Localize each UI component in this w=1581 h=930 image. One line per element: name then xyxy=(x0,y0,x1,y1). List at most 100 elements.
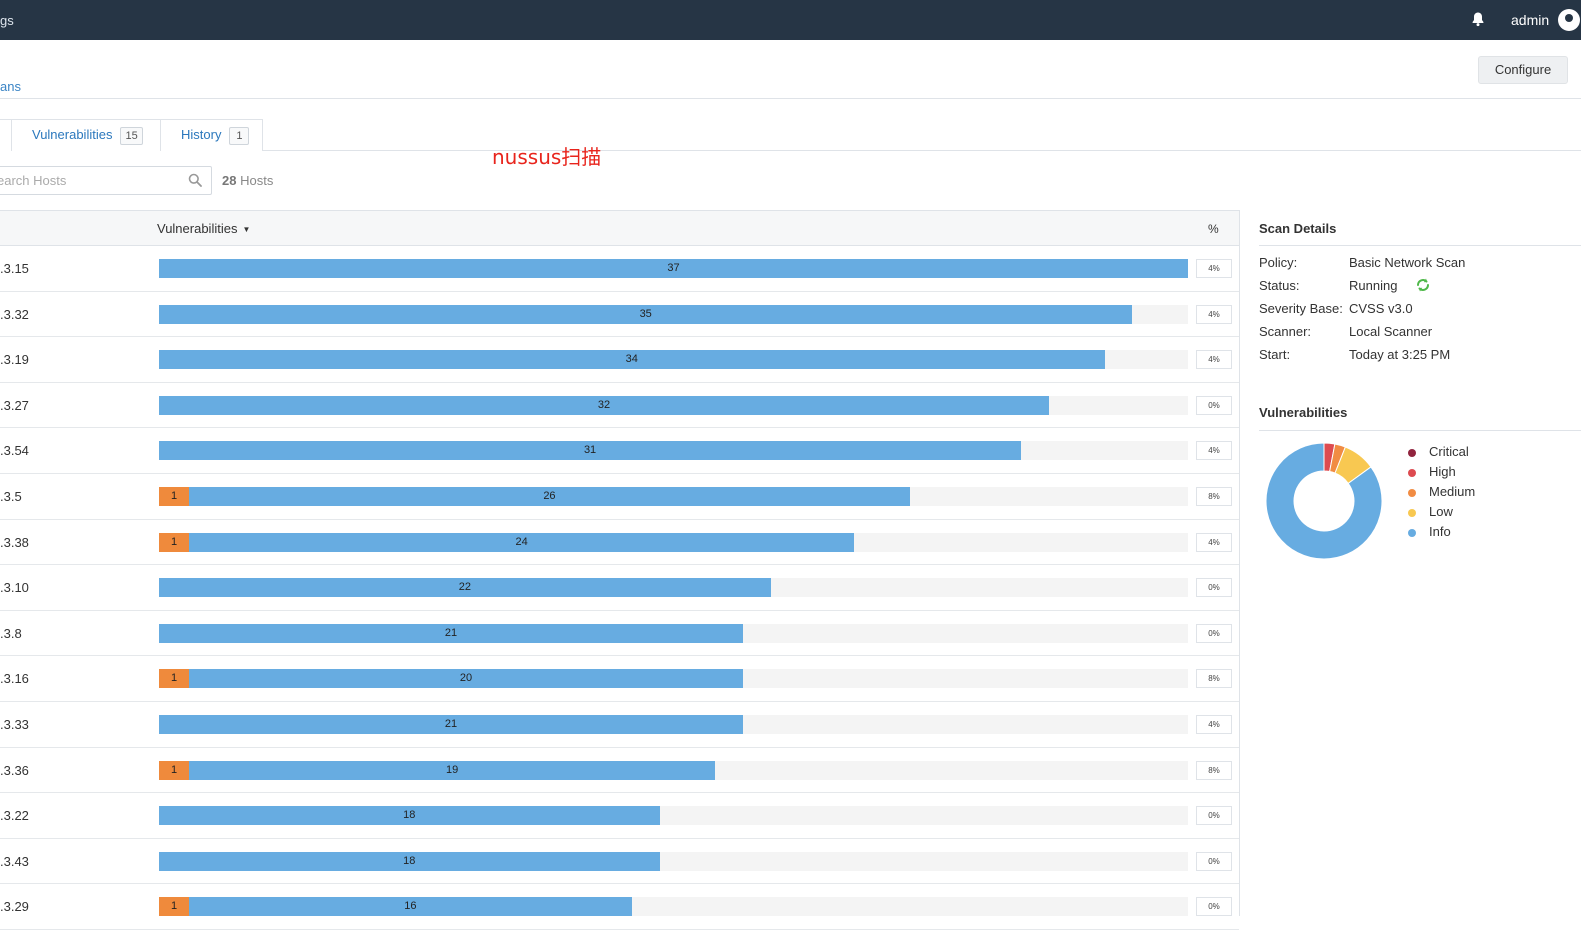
vulnerability-bar[interactable]: 31 xyxy=(159,441,1188,461)
host-name[interactable]: .3.5 xyxy=(0,489,22,504)
configure-button[interactable]: Configure xyxy=(1478,56,1568,84)
vulnerability-bar[interactable]: 1 16 xyxy=(159,897,1188,917)
host-name[interactable]: .3.38 xyxy=(0,535,29,550)
bell-icon[interactable] xyxy=(1470,11,1486,27)
table-row[interactable]: .3.19 34 4% xyxy=(0,337,1239,383)
host-percent-badge: 4% xyxy=(1196,259,1232,278)
search-icon[interactable] xyxy=(188,173,202,187)
vulnerability-bar[interactable]: 22 xyxy=(159,578,1188,598)
scan-detail-value: Local Scanner xyxy=(1349,324,1433,339)
nav-item-settings[interactable]: gs xyxy=(0,13,14,28)
bar-segment-info: 19 xyxy=(189,760,716,780)
host-percent-badge: 8% xyxy=(1196,760,1232,780)
search-hosts-box xyxy=(0,166,212,195)
vulnerability-bar[interactable]: 1 26 xyxy=(159,487,1188,506)
column-header-vulnerabilities-label: Vulnerabilities xyxy=(157,221,238,236)
search-hosts-input[interactable] xyxy=(0,167,187,194)
bar-segment-info: 22 xyxy=(159,578,771,598)
tab-vulnerabilities-label: Vulnerabilities xyxy=(32,127,113,142)
host-name[interactable]: .3.19 xyxy=(0,352,29,367)
vulnerability-bar[interactable]: 1 20 xyxy=(159,669,1188,689)
host-percent-badge: 4% xyxy=(1196,304,1232,324)
vulnerability-donut-chart xyxy=(1265,442,1383,560)
legend-label: Low xyxy=(1429,504,1453,519)
table-row[interactable]: .3.32 35 4% xyxy=(0,292,1239,338)
host-name[interactable]: .3.43 xyxy=(0,854,29,869)
legend-label: High xyxy=(1429,464,1456,479)
legend-dot-icon xyxy=(1408,449,1416,457)
vulnerability-bar[interactable]: 37 xyxy=(159,259,1188,278)
host-name[interactable]: .3.22 xyxy=(0,808,29,823)
tab-vulnerabilities[interactable]: Vulnerabilities 15 xyxy=(11,119,161,151)
table-row[interactable]: .3.16 1 20 8% xyxy=(0,656,1239,702)
host-name[interactable]: .3.33 xyxy=(0,717,29,732)
user-avatar-icon[interactable] xyxy=(1558,9,1580,31)
host-name[interactable]: .3.27 xyxy=(0,398,29,413)
breadcrumb-scans-link[interactable]: ans xyxy=(0,79,21,94)
vulnerability-bar[interactable]: 1 24 xyxy=(159,532,1188,552)
host-name[interactable]: .3.54 xyxy=(0,443,29,458)
table-row[interactable]: .3.15 37 4% xyxy=(0,246,1239,292)
tab-history[interactable]: History 1 xyxy=(160,119,263,151)
host-percent-badge: 8% xyxy=(1196,669,1232,689)
vulnerability-bar[interactable]: 21 xyxy=(159,623,1188,643)
host-name[interactable]: .3.16 xyxy=(0,671,29,686)
annotation-text: nussus扫描 xyxy=(492,145,602,169)
scan-details-divider xyxy=(1259,245,1581,246)
bar-segment-info: 24 xyxy=(189,532,855,552)
host-percent-badge: 0% xyxy=(1196,623,1232,643)
tab-history-count: 1 xyxy=(229,127,250,145)
table-row[interactable]: .3.22 18 0% xyxy=(0,793,1239,839)
host-count-label: Hosts xyxy=(240,173,274,188)
table-row[interactable]: .3.8 21 0% xyxy=(0,611,1239,657)
scan-detail-key: Status: xyxy=(1259,278,1300,293)
user-menu[interactable]: admin xyxy=(1511,12,1549,28)
bar-segment-info: 37 xyxy=(159,259,1188,278)
vulnerability-bar[interactable]: 35 xyxy=(159,304,1188,324)
table-row[interactable]: .3.43 18 0% xyxy=(0,839,1239,885)
vulnerability-bar[interactable]: 1 19 xyxy=(159,760,1188,780)
host-name[interactable]: .3.29 xyxy=(0,899,29,914)
host-percent-badge: 4% xyxy=(1196,715,1232,734)
vulnerability-bar[interactable]: 34 xyxy=(159,350,1188,370)
table-row[interactable]: .3.10 22 0% xyxy=(0,565,1239,611)
host-name[interactable]: .3.15 xyxy=(0,261,29,276)
host-name[interactable]: .3.10 xyxy=(0,580,29,595)
host-percent-badge: 4% xyxy=(1196,532,1232,552)
bar-segment-medium: 1 xyxy=(159,532,189,552)
column-header-percent[interactable]: % xyxy=(1208,222,1219,236)
refresh-running-icon xyxy=(1417,278,1429,292)
table-row[interactable]: .3.5 1 26 8% xyxy=(0,474,1239,520)
bar-segment-info: 35 xyxy=(159,304,1133,324)
host-name[interactable]: .3.32 xyxy=(0,307,29,322)
column-header-vulnerabilities[interactable]: Vulnerabilities ▼ xyxy=(157,221,250,236)
host-count-number: 28 xyxy=(222,173,237,188)
legend-dot-icon xyxy=(1408,529,1416,537)
host-percent-badge: 8% xyxy=(1196,487,1232,506)
vulnerability-bar[interactable]: 21 xyxy=(159,715,1188,734)
table-row[interactable]: .3.33 21 4% xyxy=(0,702,1239,748)
host-name[interactable]: .3.36 xyxy=(0,763,29,778)
host-count: 28 Hosts xyxy=(222,173,273,188)
scan-detail-key: Scanner: xyxy=(1259,324,1312,339)
table-row[interactable]: .3.27 32 0% xyxy=(0,383,1239,429)
host-percent-badge: 0% xyxy=(1196,897,1232,917)
table-row[interactable]: .3.38 1 24 4% xyxy=(0,520,1239,566)
host-percent-badge: 0% xyxy=(1196,578,1232,598)
scan-detail-value: Today at 3:25 PM xyxy=(1349,347,1451,362)
vulnerability-bar[interactable]: 18 xyxy=(159,851,1188,871)
bar-segment-medium: 1 xyxy=(159,669,189,689)
vulnerability-bar[interactable]: 18 xyxy=(159,806,1188,826)
table-row[interactable]: .3.29 1 16 0% xyxy=(0,884,1239,930)
legend-dot-icon xyxy=(1408,509,1416,517)
table-row[interactable]: .3.36 1 19 8% xyxy=(0,748,1239,794)
bar-segment-info: 31 xyxy=(159,441,1022,461)
bar-segment-info: 32 xyxy=(159,395,1049,415)
bar-segment-info: 20 xyxy=(189,669,744,689)
table-row[interactable]: .3.54 31 4% xyxy=(0,428,1239,474)
host-percent-badge: 4% xyxy=(1196,350,1232,370)
table-header: Vulnerabilities ▼ % xyxy=(0,210,1239,246)
scan-detail-key: Policy: xyxy=(1259,255,1298,270)
vulnerability-bar[interactable]: 32 xyxy=(159,395,1188,415)
host-name[interactable]: .3.8 xyxy=(0,626,22,641)
